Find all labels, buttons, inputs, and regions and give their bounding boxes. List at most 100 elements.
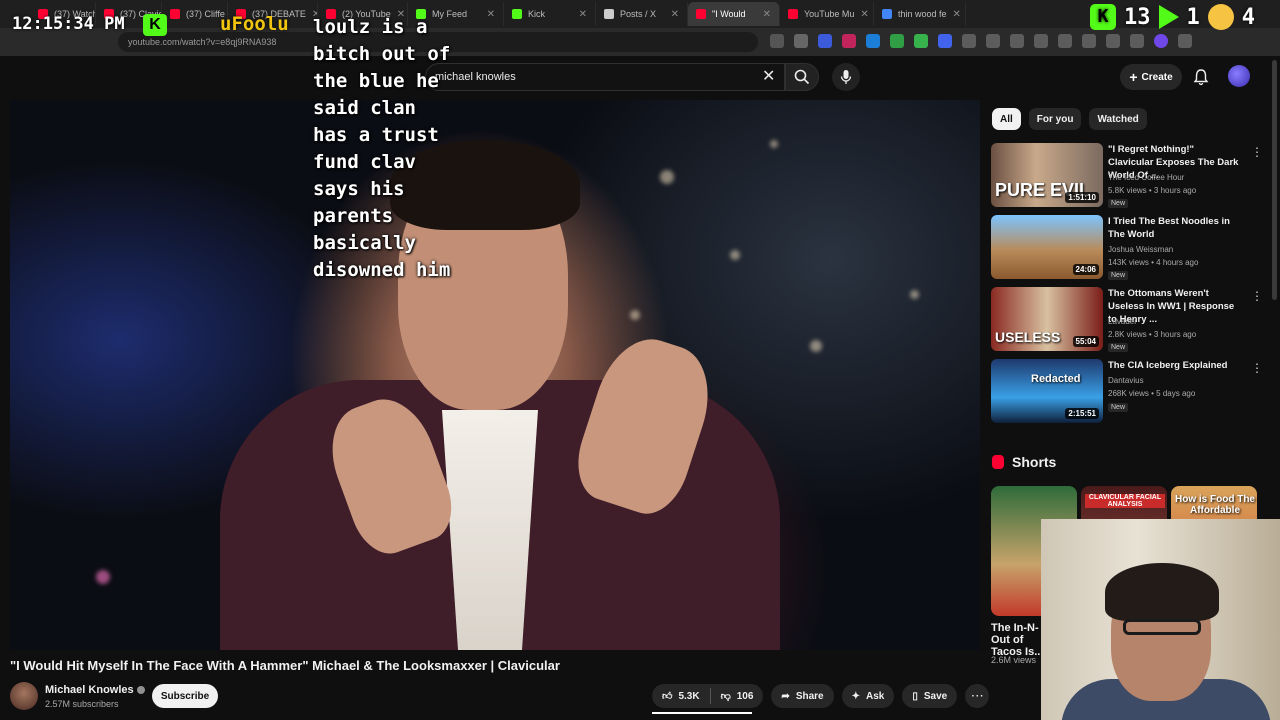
duration-badge: 1:51:10	[1065, 192, 1099, 203]
channel-name[interactable]: Michael Knowles	[45, 684, 145, 696]
menu-dots-icon[interactable]	[1178, 34, 1192, 48]
bookmark-icon: ▯	[912, 690, 918, 702]
subscribe-button[interactable]: Subscribe	[152, 684, 218, 708]
search-input[interactable]: michael knowles	[425, 63, 785, 91]
create-button[interactable]: + Create	[1120, 64, 1182, 90]
kick-logo-icon: K	[1090, 4, 1116, 30]
like-ratio-bar	[652, 712, 752, 714]
extension-icon[interactable]	[818, 34, 832, 48]
short-views: 2.6M views	[991, 655, 1037, 665]
recommended-meta: 268K views • 5 days ago	[1108, 389, 1196, 398]
close-tab-icon[interactable]: ✕	[763, 9, 771, 20]
more-options-icon[interactable]: ⋮	[1251, 145, 1263, 159]
youtube-favicon-icon	[788, 9, 798, 19]
sidebar-scrollbar[interactable]	[1272, 60, 1277, 300]
recommended-title[interactable]: I Tried The Best Noodles in The World	[1108, 215, 1240, 241]
account-avatar[interactable]	[1228, 65, 1250, 87]
like-button[interactable]: 👍︎ 5.3K	[652, 684, 710, 708]
recommended-video[interactable]: USELESS 55:04 The Ottomans Weren't Usele…	[991, 287, 1263, 353]
recommended-video[interactable]: 24:06 I Tried The Best Noodles in The Wo…	[991, 215, 1261, 281]
browser-tab[interactable]: thin wood fe ✕	[874, 2, 966, 26]
kick-favicon-icon	[512, 9, 522, 19]
background-bokeh	[630, 310, 640, 320]
extension-icon[interactable]	[866, 34, 880, 48]
search-button[interactable]	[785, 63, 819, 91]
extension-icon[interactable]	[914, 34, 928, 48]
video-thumbnail[interactable]: USELESS 55:04	[991, 287, 1103, 351]
recommended-channel[interactable]: Lavader	[1108, 317, 1137, 326]
background-bokeh	[96, 570, 110, 584]
webcam-overlay	[1041, 519, 1280, 720]
background-bokeh	[730, 250, 740, 260]
browser-tab-active[interactable]: "I Would ✕	[688, 2, 780, 26]
thumbs-up-icon: 👍︎	[662, 691, 673, 702]
chip-for-you[interactable]: For you	[1028, 108, 1082, 130]
ask-button[interactable]: ✦ Ask	[841, 684, 895, 708]
more-actions-button[interactable]: ⋯	[965, 684, 990, 708]
browser-tab[interactable]: Kick ✕	[504, 2, 596, 26]
new-badge: New	[1108, 271, 1129, 280]
dislike-button[interactable]: 👎︎ 106	[711, 684, 764, 708]
extension-icons	[770, 34, 1192, 48]
voice-search-button[interactable]	[832, 63, 860, 91]
sidebar-icon[interactable]	[1082, 34, 1096, 48]
shorts-logo-icon	[992, 455, 1004, 469]
close-tab-icon[interactable]: ✕	[953, 9, 961, 20]
recommended-meta: 143K views • 4 hours ago	[1108, 258, 1199, 267]
install-icon[interactable]	[770, 34, 784, 48]
puzzle-icon[interactable]	[986, 34, 1000, 48]
save-button[interactable]: ▯ Save	[902, 684, 958, 708]
browser-tab[interactable]: YouTube Mu ✕	[780, 2, 874, 26]
play-icon	[1158, 5, 1179, 29]
notifications-bell-icon[interactable]	[1192, 68, 1210, 86]
extension-icon[interactable]	[1034, 34, 1048, 48]
close-tab-icon[interactable]: ✕	[579, 9, 587, 20]
code-icon[interactable]	[1058, 34, 1072, 48]
recommended-channel[interactable]: Joshua Weissman	[1108, 245, 1173, 254]
chip-all[interactable]: All	[992, 108, 1021, 130]
webcam-person-glasses	[1123, 619, 1201, 635]
history-icon[interactable]	[1010, 34, 1024, 48]
clear-search-icon[interactable]: ✕	[762, 66, 775, 86]
share-button[interactable]: ➦ Share	[771, 684, 834, 708]
more-options-icon[interactable]: ⋮	[1251, 289, 1263, 303]
video-thumbnail[interactable]: PURE EVIL 1:51:10	[991, 143, 1103, 207]
profile-icon[interactable]	[1154, 34, 1168, 48]
recommended-video[interactable]: Redacted 2:15:51 The CIA Iceberg Explain…	[991, 359, 1263, 425]
recommended-channel[interactable]: Dantavius	[1108, 376, 1144, 385]
emoji-icon	[1207, 4, 1234, 30]
background-bokeh	[810, 340, 822, 352]
more-dots-icon: ⋯	[970, 688, 984, 703]
like-dislike-group: 👍︎ 5.3K 👎︎ 106	[652, 684, 764, 708]
extension-icon[interactable]	[962, 34, 976, 48]
recommended-title[interactable]: The CIA Iceberg Explained	[1108, 359, 1240, 372]
recommended-video[interactable]: PURE EVIL 1:51:10 "I Regret Nothing!" Cl…	[991, 143, 1263, 209]
sparkle-icon: ✦	[851, 690, 860, 702]
close-tab-icon[interactable]: ✕	[860, 9, 868, 20]
video-thumbnail[interactable]: 24:06	[991, 215, 1103, 279]
close-tab-icon[interactable]: ✕	[671, 9, 679, 20]
recommended-channel[interactable]: The Iced Coffee Hour	[1108, 173, 1184, 182]
download-icon[interactable]	[1130, 34, 1144, 48]
channel-avatar[interactable]	[10, 682, 38, 710]
extension-icon[interactable]	[842, 34, 856, 48]
star-icon[interactable]	[794, 34, 808, 48]
video-actions: 👍︎ 5.3K 👎︎ 106 ➦ Share ✦ Ask ▯ Save ⋯	[652, 684, 990, 708]
verified-badge-icon	[136, 686, 145, 695]
more-options-icon[interactable]: ⋮	[1251, 361, 1263, 375]
new-badge: New	[1108, 403, 1129, 412]
video-thumbnail[interactable]: Redacted 2:15:51	[991, 359, 1103, 423]
background-bokeh	[770, 140, 778, 148]
search-icon	[794, 69, 810, 85]
close-tab-icon[interactable]: ✕	[487, 9, 495, 20]
new-badge: New	[1108, 199, 1129, 208]
webcam-person-hair	[1105, 563, 1219, 621]
browser-tab[interactable]: Posts / X ✕	[596, 2, 688, 26]
extension-icon[interactable]	[1106, 34, 1120, 48]
thumbs-down-icon: 👎︎	[720, 691, 731, 702]
extension-icon[interactable]	[890, 34, 904, 48]
extension-icon[interactable]	[938, 34, 952, 48]
chip-watched[interactable]: Watched	[1089, 108, 1147, 130]
video-title: "I Would Hit Myself In The Face With A H…	[10, 658, 560, 673]
google-favicon-icon	[882, 9, 892, 19]
